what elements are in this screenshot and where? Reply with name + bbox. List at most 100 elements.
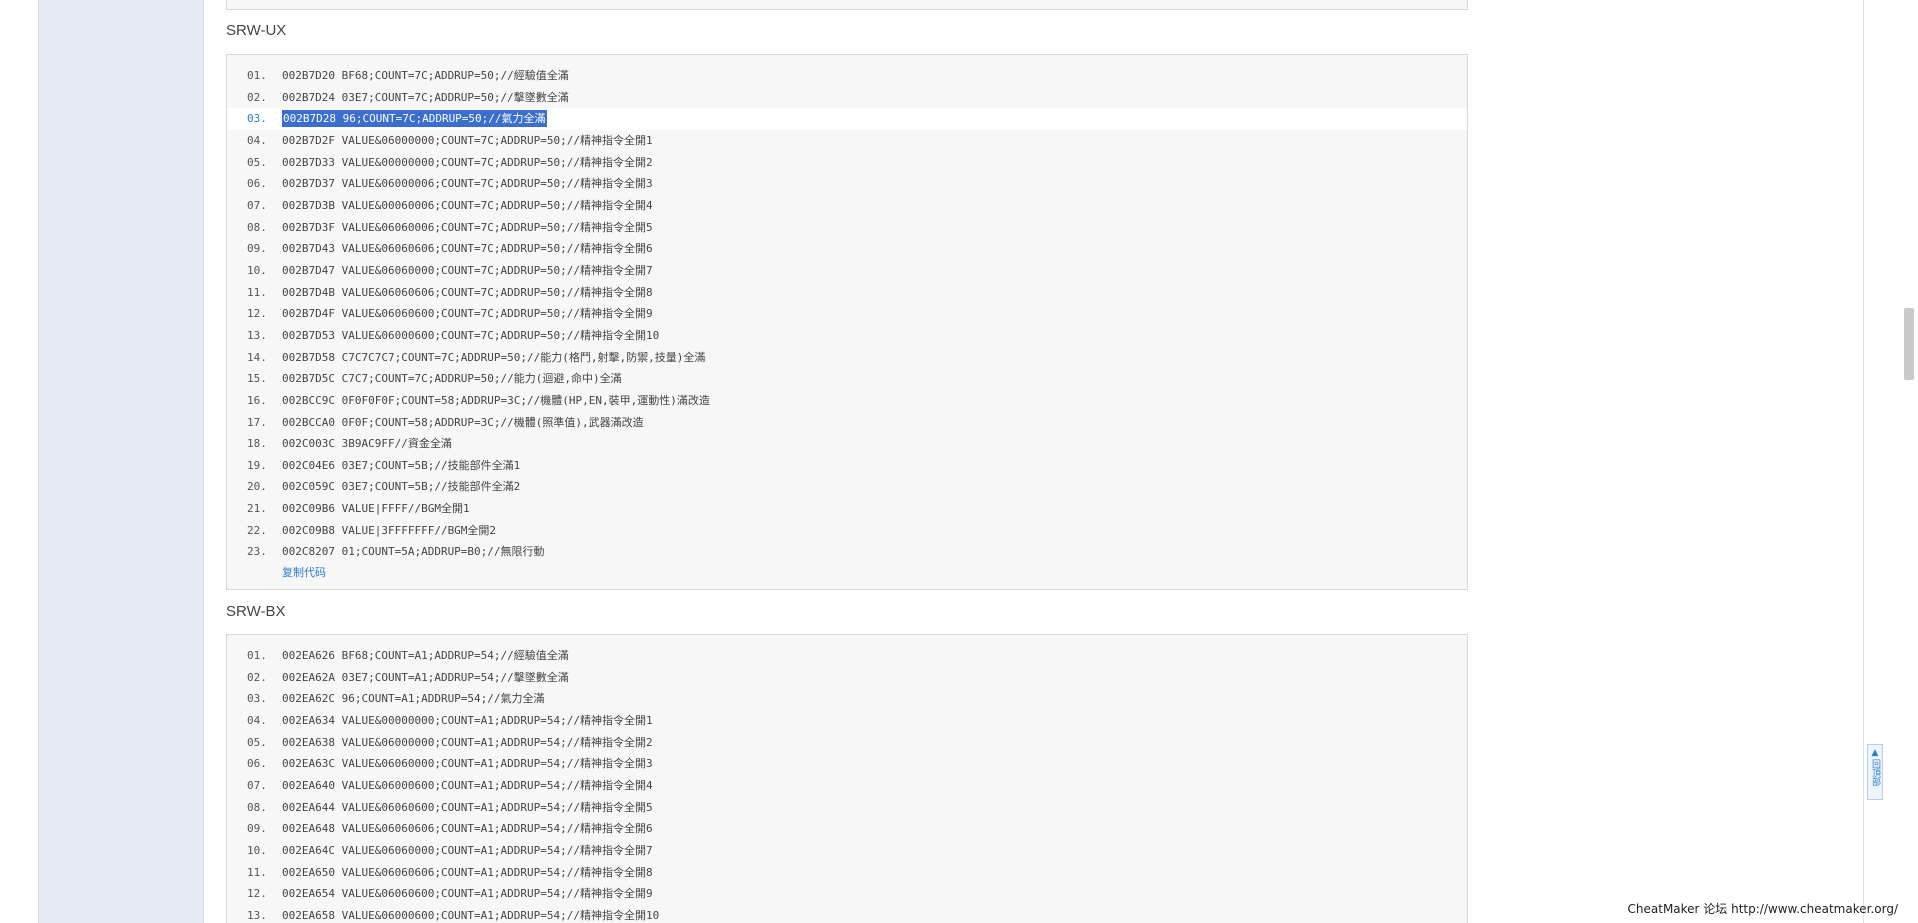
code-text[interactable]: 002B7D4F VALUE&06060600;COUNT=7C;ADDRUP=… [282, 303, 653, 325]
code-text[interactable]: 002EA64C VALUE&06060000;COUNT=A1;ADDRUP=… [282, 840, 653, 862]
code-line[interactable]: 01. 002B7D20 BF68;COUNT=7C;ADDRUP=50;//經驗… [227, 65, 1467, 87]
code-text[interactable]: 002BCCA0 0F0F;COUNT=58;ADDRUP=3C;//機體(照準… [282, 412, 644, 434]
code-line[interactable]: 15. 002B7D5C C7C7;COUNT=7C;ADDRUP=50;//能力… [227, 368, 1467, 390]
code-text[interactable]: 002EA62A 03E7;COUNT=A1;ADDRUP=54;//擊墜數全滿 [282, 667, 569, 689]
code-line[interactable]: 08. 002B7D3F VALUE&06060006;COUNT=7C;ADDR… [227, 217, 1467, 239]
code-text[interactable]: 002BCC9C 0F0F0F0F;COUNT=58;ADDRUP=3C;//機… [282, 390, 710, 412]
code-text[interactable]: 002C04E6 03E7;COUNT=5B;//技能部件全滿1 [282, 455, 520, 477]
code-text[interactable]: 002EA626 BF68;COUNT=A1;ADDRUP=54;//經驗值全滿 [282, 645, 569, 667]
line-number: 03. [247, 112, 267, 126]
code-line[interactable]: 05. 002EA638 VALUE&06000000;COUNT=A1;ADDR… [227, 732, 1467, 754]
line-number: 19. [247, 458, 267, 472]
back-to-top-label: 回頂部 [1870, 759, 1880, 786]
page-scrollbar[interactable] [1901, 0, 1918, 923]
code-text[interactable]: 002EA62C 96;COUNT=A1;ADDRUP=54;//氣力全滿 [282, 688, 545, 710]
code-text[interactable]: 002EA640 VALUE&06000600;COUNT=A1;ADDRUP=… [282, 775, 653, 797]
line-number: 07. [247, 198, 267, 212]
code-line[interactable]: 05. 002B7D33 VALUE&00000000;COUNT=7C;ADDR… [227, 152, 1467, 174]
code-line[interactable]: 04. 002B7D2F VALUE&06000000;COUNT=7C;ADDR… [227, 130, 1467, 152]
code-line[interactable]: 08. 002EA644 VALUE&06060600;COUNT=A1;ADDR… [227, 797, 1467, 819]
code-line[interactable]: 13. 002EA658 VALUE&06000600;COUNT=A1;ADDR… [227, 905, 1467, 923]
right-divider [1863, 0, 1864, 923]
code-text[interactable]: 002C09B6 VALUE|FFFF//BGM全開1 [282, 498, 470, 520]
code-text[interactable]: 002EA650 VALUE&06060606;COUNT=A1;ADDRUP=… [282, 862, 653, 884]
line-number: 04. [247, 713, 267, 727]
code-line[interactable]: 17. 002BCCA0 0F0F;COUNT=58;ADDRUP=3C;//機體… [227, 412, 1467, 434]
line-number: 06. [247, 177, 267, 191]
code-text[interactable]: 002EA63C VALUE&06060000;COUNT=A1;ADDRUP=… [282, 753, 653, 775]
forum-page: SRW-UX 01. 002B7D20 BF68;COUNT=7C;ADDRUP=… [0, 0, 1918, 923]
code-block-srw-bx[interactable]: 01. 002EA626 BF68;COUNT=A1;ADDRUP=54;//經驗… [226, 634, 1468, 923]
selected-code-text[interactable]: 002B7D28 96;COUNT=7C;ADDRUP=50;//氣力全滿 [282, 110, 547, 128]
code-text[interactable]: 002EA638 VALUE&06000000;COUNT=A1;ADDRUP=… [282, 732, 653, 754]
code-line[interactable]: 12. 002B7D4F VALUE&06060600;COUNT=7C;ADDR… [227, 303, 1467, 325]
footer-watermark: CheatMaker 论坛 http://www.cheatmaker.org/ [1627, 902, 1898, 916]
line-number: 08. [247, 800, 267, 814]
code-line[interactable]: 12. 002EA654 VALUE&06060600;COUNT=A1;ADDR… [227, 883, 1467, 905]
code-text[interactable]: 002B7D3B VALUE&00060006;COUNT=7C;ADDRUP=… [282, 195, 653, 217]
code-text[interactable]: 002B7D3F VALUE&06060006;COUNT=7C;ADDRUP=… [282, 217, 653, 239]
code-line[interactable]: 07. 002B7D3B VALUE&00060006;COUNT=7C;ADDR… [227, 195, 1467, 217]
code-text[interactable]: 002B7D20 BF68;COUNT=7C;ADDRUP=50;//經驗值全滿 [282, 65, 569, 87]
code-line[interactable]: 14. 002B7D58 C7C7C7C7;COUNT=7C;ADDRUP=50;… [227, 347, 1467, 369]
code-line[interactable]: 21. 002C09B6 VALUE|FFFF//BGM全開1 [227, 498, 1467, 520]
code-line[interactable]: 01. 002EA626 BF68;COUNT=A1;ADDRUP=54;//經驗… [227, 645, 1467, 667]
code-line[interactable]: 18. 002C003C 3B9AC9FF//資金全滿 [227, 433, 1467, 455]
line-number: 09. [247, 822, 267, 836]
code-line[interactable]: 11. 002EA650 VALUE&06060606;COUNT=A1;ADDR… [227, 862, 1467, 884]
code-line[interactable]: 03. 002B7D28 96;COUNT=7C;ADDRUP=50;//氣力全滿 [227, 108, 1467, 130]
code-line[interactable]: 02. 002EA62A 03E7;COUNT=A1;ADDRUP=54;//擊墜… [227, 667, 1467, 689]
code-line[interactable]: 02. 002B7D24 03E7;COUNT=7C;ADDRUP=50;//擊墜… [227, 87, 1467, 109]
code-lines: 01. 002EA626 BF68;COUNT=A1;ADDRUP=54;//經驗… [227, 645, 1467, 923]
code-text[interactable]: 002C059C 03E7;COUNT=5B;//技能部件全滿2 [282, 476, 520, 498]
code-text[interactable]: 002B7D33 VALUE&00000000;COUNT=7C;ADDRUP=… [282, 152, 653, 174]
code-text[interactable]: 002C8207 01;COUNT=5A;ADDRUP=B0;//無限行動 [282, 541, 545, 563]
line-number: 02. [247, 90, 267, 104]
section-title-srw-bx: SRW-BX [226, 603, 286, 620]
code-line[interactable]: 13. 002B7D53 VALUE&06000600;COUNT=7C;ADDR… [227, 325, 1467, 347]
code-line[interactable]: 10. 002B7D47 VALUE&06060000;COUNT=7C;ADDR… [227, 260, 1467, 282]
code-line[interactable]: 07. 002EA640 VALUE&06000600;COUNT=A1;ADDR… [227, 775, 1467, 797]
code-line[interactable]: 10. 002EA64C VALUE&06060000;COUNT=A1;ADDR… [227, 840, 1467, 862]
code-text[interactable]: 002B7D5C C7C7;COUNT=7C;ADDRUP=50;//能力(迴避… [282, 368, 622, 390]
code-text[interactable]: 002C09B8 VALUE|3FFFFFFF//BGM全開2 [282, 520, 496, 542]
back-to-top-button[interactable]: ▲ 回頂部 [1867, 744, 1883, 800]
code-line[interactable]: 09. 002B7D43 VALUE&06060606;COUNT=7C;ADDR… [227, 238, 1467, 260]
code-text[interactable]: 002B7D24 03E7;COUNT=7C;ADDRUP=50;//擊墜數全滿 [282, 87, 569, 109]
line-number: 23. [247, 545, 267, 559]
code-text[interactable]: 002EA658 VALUE&06000600;COUNT=A1;ADDRUP=… [282, 905, 659, 923]
code-line[interactable]: 19. 002C04E6 03E7;COUNT=5B;//技能部件全滿1 [227, 455, 1467, 477]
code-line[interactable]: 16. 002BCC9C 0F0F0F0F;COUNT=58;ADDRUP=3C;… [227, 390, 1467, 412]
code-line[interactable]: 09. 002EA648 VALUE&06060606;COUNT=A1;ADDR… [227, 818, 1467, 840]
code-line[interactable]: 11. 002B7D4B VALUE&06060606;COUNT=7C;ADDR… [227, 282, 1467, 304]
code-block-srw-ux[interactable]: 01. 002B7D20 BF68;COUNT=7C;ADDRUP=50;//經驗… [226, 54, 1468, 590]
post-content: SRW-UX 01. 002B7D20 BF68;COUNT=7C;ADDRUP=… [205, 0, 1865, 923]
code-line[interactable]: 04. 002EA634 VALUE&00000000;COUNT=A1;ADDR… [227, 710, 1467, 732]
left-sidebar [38, 0, 204, 923]
line-number: 06. [247, 757, 267, 771]
line-number: 16. [247, 393, 267, 407]
scrollbar-thumb[interactable] [1904, 308, 1914, 380]
code-text[interactable]: 002B7D58 C7C7C7C7;COUNT=7C;ADDRUP=50;//能… [282, 347, 705, 369]
code-text[interactable]: 002B7D53 VALUE&06000600;COUNT=7C;ADDRUP=… [282, 325, 659, 347]
code-line[interactable]: 23. 002C8207 01;COUNT=5A;ADDRUP=B0;//無限行動 [227, 541, 1467, 563]
code-text[interactable]: 002EA634 VALUE&00000000;COUNT=A1;ADDRUP=… [282, 710, 653, 732]
code-text[interactable]: 002EA644 VALUE&06060600;COUNT=A1;ADDRUP=… [282, 797, 653, 819]
code-line[interactable]: 20. 002C059C 03E7;COUNT=5B;//技能部件全滿2 [227, 476, 1467, 498]
code-text[interactable]: 002EA654 VALUE&06060600;COUNT=A1;ADDRUP=… [282, 883, 653, 905]
code-text[interactable]: 002B7D4B VALUE&06060606;COUNT=7C;ADDRUP=… [282, 282, 653, 304]
code-text[interactable]: 002B7D2F VALUE&06000000;COUNT=7C;ADDRUP=… [282, 130, 653, 152]
line-number: 01. [247, 69, 267, 82]
code-line[interactable]: 06. 002B7D37 VALUE&06000006;COUNT=7C;ADDR… [227, 173, 1467, 195]
code-text[interactable]: 002EA648 VALUE&06060606;COUNT=A1;ADDRUP=… [282, 818, 653, 840]
code-line[interactable]: 03. 002EA62C 96;COUNT=A1;ADDRUP=54;//氣力全滿 [227, 688, 1467, 710]
code-text[interactable]: 002C003C 3B9AC9FF//資金全滿 [282, 433, 452, 455]
code-text[interactable]: 002B7D43 VALUE&06060606;COUNT=7C;ADDRUP=… [282, 238, 653, 260]
copy-code-link[interactable]: 复制代码 [282, 564, 326, 580]
code-text[interactable]: 002B7D37 VALUE&06000006;COUNT=7C;ADDRUP=… [282, 173, 653, 195]
code-line[interactable]: 22. 002C09B8 VALUE|3FFFFFFF//BGM全開2 [227, 520, 1467, 542]
line-number: 08. [247, 220, 267, 234]
code-line[interactable]: 06. 002EA63C VALUE&06060000;COUNT=A1;ADDR… [227, 753, 1467, 775]
previous-code-block [226, 0, 1468, 10]
code-text[interactable]: 002B7D47 VALUE&06060000;COUNT=7C;ADDRUP=… [282, 260, 653, 282]
